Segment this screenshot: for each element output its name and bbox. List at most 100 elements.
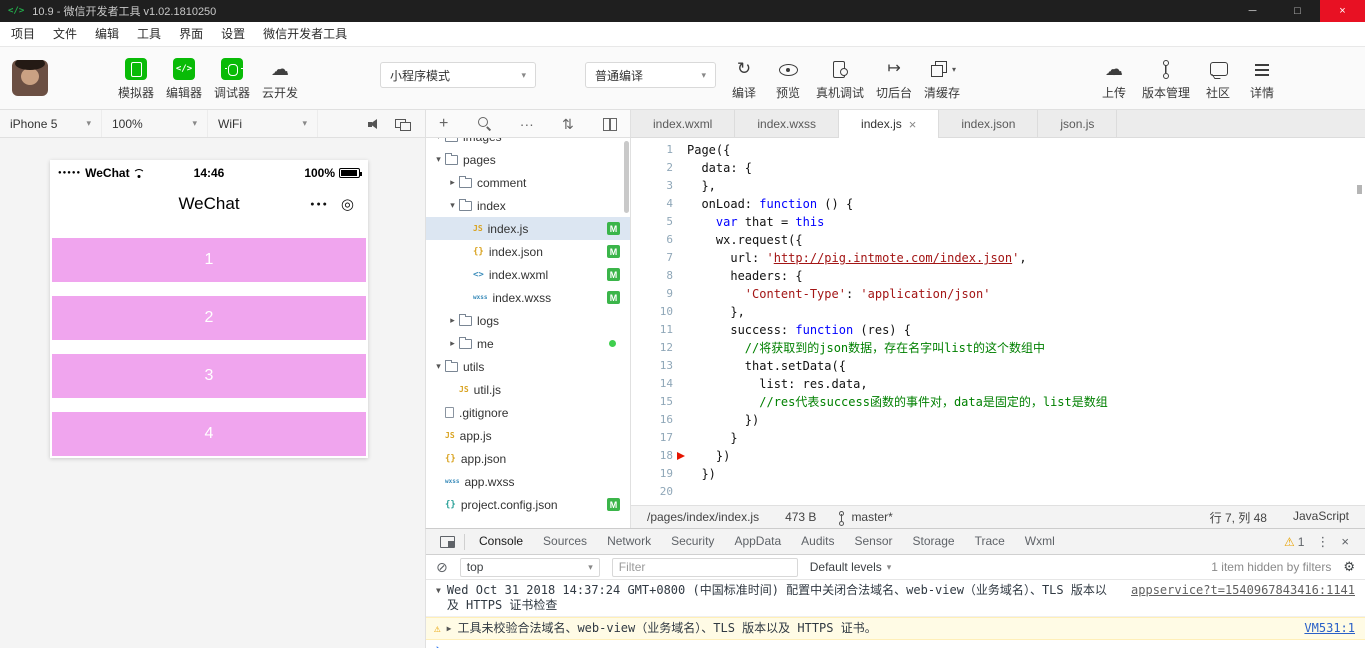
devtools-tab-sensor[interactable]: Sensor [845, 529, 903, 554]
devtools-tab-security[interactable]: Security [661, 529, 724, 554]
tree-file-util.js[interactable]: JS util.js [426, 378, 630, 401]
close-capsule-icon[interactable]: ◎ [341, 195, 354, 213]
line-number[interactable]: 1 [631, 141, 687, 159]
devtools-tab-storage[interactable]: Storage [903, 529, 965, 554]
tree-folder-me[interactable]: ▸ me [426, 332, 630, 355]
network-select[interactable]: WiFi ▾ [208, 110, 318, 137]
tree-file-app.wxss[interactable]: wxss app.wxss [426, 470, 630, 493]
zoom-select[interactable]: 100% ▾ [102, 110, 208, 137]
devtools-tab-wxml[interactable]: Wxml [1015, 529, 1065, 554]
line-number[interactable]: 6 [631, 231, 687, 249]
line-number[interactable]: 11 [631, 321, 687, 339]
line-number[interactable]: 7 [631, 249, 687, 267]
line-number[interactable]: 4 [631, 195, 687, 213]
details-button[interactable]: 详情 [1240, 58, 1284, 101]
editor-tab-index.wxml[interactable]: index.wxml [631, 110, 736, 137]
close-button[interactable]: × [1320, 0, 1365, 22]
tree-folder-logs[interactable]: ▸ logs [426, 309, 630, 332]
clear-console-icon[interactable]: ⊘ [436, 559, 448, 576]
more-icon[interactable]: ··· [520, 117, 534, 131]
list-item-2[interactable]: 2 [52, 296, 366, 340]
upload-button[interactable]: 上传 [1092, 58, 1136, 101]
tree-file-app.json[interactable]: {} app.json [426, 447, 630, 470]
search-icon[interactable] [477, 116, 492, 131]
minimize-button[interactable]: ─ [1230, 0, 1275, 22]
line-number[interactable]: 19 [631, 465, 687, 483]
tree-file-project.config.json[interactable]: {} project.config.json M [426, 493, 630, 516]
gear-icon[interactable]: ⚙ [1343, 559, 1355, 575]
kebab-menu-icon[interactable]: ⋮ [1316, 534, 1329, 550]
inspect-device-icon[interactable] [439, 534, 457, 549]
editor-tab-index.js[interactable]: index.js × [839, 110, 940, 138]
tree-folder-index[interactable]: ▾ index [426, 194, 630, 217]
remote-debug-button[interactable]: 真机调试 [810, 58, 870, 101]
devtools-tab-audits[interactable]: Audits [791, 529, 844, 554]
line-number[interactable]: 15 [631, 393, 687, 411]
context-select[interactable]: top ▾ [459, 557, 600, 577]
cloud-dev-button[interactable]: 云开发 [256, 58, 304, 101]
sort-icon[interactable]: ⇅ [562, 117, 574, 131]
menu-item-file[interactable]: 文件 [44, 22, 86, 46]
line-number[interactable]: 12 [631, 339, 687, 357]
line-number[interactable]: 17 [631, 429, 687, 447]
line-number[interactable]: 3 [631, 177, 687, 195]
line-number[interactable]: 14 [631, 375, 687, 393]
line-number[interactable]: 2 [631, 159, 687, 177]
tree-file-index.wxss[interactable]: wxss index.wxss M [426, 286, 630, 309]
close-devtools-icon[interactable]: × [1341, 534, 1349, 549]
line-number[interactable]: 18 [631, 447, 687, 465]
menu-item-tools[interactable]: 工具 [128, 22, 170, 46]
line-number[interactable]: 10 [631, 303, 687, 321]
devtools-tab-console[interactable]: Console [469, 529, 533, 554]
switch-background-button[interactable]: 切后台 [870, 58, 918, 101]
list-item-3[interactable]: 3 [52, 354, 366, 398]
devtools-tab-appdata[interactable]: AppData [724, 529, 791, 554]
add-file-icon[interactable]: + [439, 115, 448, 131]
menu-item-interface[interactable]: 界面 [170, 22, 212, 46]
line-number[interactable]: 16 [631, 411, 687, 429]
close-tab-icon[interactable]: × [909, 117, 917, 132]
tree-folder-images[interactable]: ▾ images [426, 138, 630, 148]
user-avatar[interactable] [12, 60, 48, 96]
code-editor[interactable]: 1 2 3 4 5 6 7 8 9 10 11 12 13 14 15 16 17 18 19 20 Page({ d… [630, 138, 1365, 505]
list-item-1[interactable]: 1 [52, 238, 366, 282]
editor-scrollbar-thumb[interactable] [1357, 185, 1362, 194]
menu-item-edit[interactable]: 编辑 [86, 22, 128, 46]
community-button[interactable]: 社区 [1196, 58, 1240, 101]
tree-file-index.js[interactable]: JS index.js M [426, 217, 630, 240]
tree-folder-pages[interactable]: ▾ pages [426, 148, 630, 171]
console-prompt[interactable]: › [426, 640, 1365, 648]
editor-tab-json.js[interactable]: json.js [1038, 110, 1118, 137]
console-source-link[interactable]: appservice?t=1540967843416:1141 [1131, 583, 1355, 597]
simulator-button[interactable]: 模拟器 [112, 58, 160, 101]
tree-file-.gitignore[interactable]: .gitignore [426, 401, 630, 424]
chevron-down-icon[interactable]: ▼ [436, 586, 441, 595]
line-number[interactable]: 9 [631, 285, 687, 303]
devtools-tab-network[interactable]: Network [597, 529, 661, 554]
clear-cache-button[interactable]: ▾ 清缓存 [918, 58, 966, 101]
editor-tab-index.wxss[interactable]: index.wxss [735, 110, 840, 137]
log-levels-select[interactable]: Default levels ▾ [810, 560, 892, 574]
detach-window-icon[interactable] [394, 117, 411, 131]
compile-mode-select[interactable]: 普通编译 ▾ [585, 62, 716, 88]
scrollbar-thumb[interactable] [624, 141, 629, 213]
line-number[interactable]: 5 [631, 213, 687, 231]
git-branch[interactable]: master* [838, 510, 893, 526]
console-source-link[interactable]: VM531:1 [1304, 621, 1355, 635]
menu-dots-icon[interactable]: ●●● [310, 201, 329, 208]
devtools-tab-sources[interactable]: Sources [533, 529, 597, 554]
menu-item-wechat-devtools[interactable]: 微信开发者工具 [254, 22, 356, 46]
tree-folder-comment[interactable]: ▸ comment [426, 171, 630, 194]
tree-file-index.json[interactable]: {} index.json M [426, 240, 630, 263]
editor-button[interactable]: 编辑器 [160, 58, 208, 101]
warning-indicator[interactable]: ⚠ 1 [1284, 535, 1304, 549]
maximize-button[interactable]: □ [1275, 0, 1320, 22]
compile-button[interactable]: 编译 [722, 58, 766, 101]
tree-folder-utils[interactable]: ▾ utils [426, 355, 630, 378]
line-number[interactable]: 20 [631, 483, 687, 501]
tree-file-index.wxml[interactable]: <> index.wxml M [426, 263, 630, 286]
version-button[interactable]: 版本管理 [1136, 58, 1196, 101]
line-number[interactable]: 13 [631, 357, 687, 375]
line-number[interactable]: 8 [631, 267, 687, 285]
speaker-icon[interactable] [366, 117, 382, 131]
